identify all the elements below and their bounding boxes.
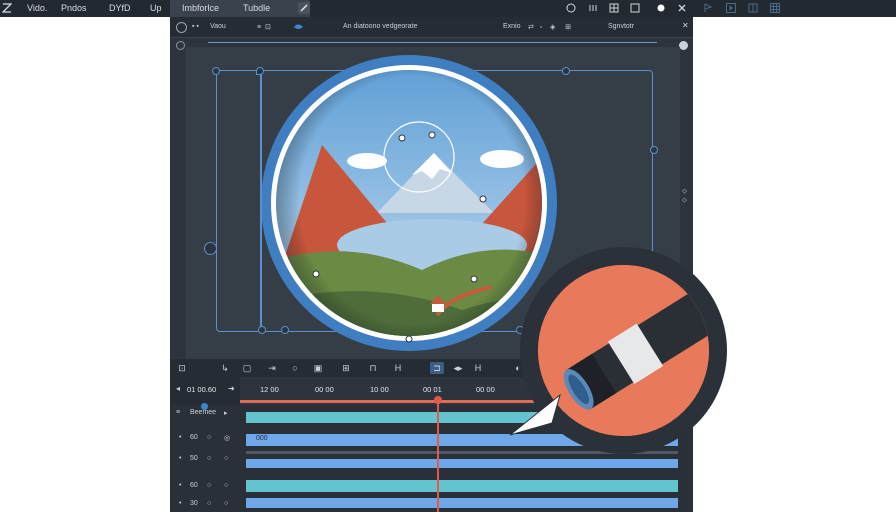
zoom-loupe (509, 247, 727, 454)
playhead-handle[interactable] (434, 396, 442, 404)
menu-item[interactable]: Vido. (27, 3, 47, 13)
toolbar-icons[interactable]: ≡ ⊡ (257, 23, 275, 31)
info-icon[interactable] (566, 3, 576, 13)
marker-icon[interactable]: ↳ (219, 362, 231, 374)
app-menu-icon[interactable] (1, 3, 13, 13)
mute-toggle[interactable]: ○ (207, 434, 211, 441)
expand-icon[interactable]: ▸ (224, 409, 228, 417)
add-icon[interactable] (679, 41, 688, 50)
loupe-content (538, 265, 709, 436)
flag-icon[interactable] (703, 3, 713, 13)
mute-toggle[interactable]: ○ (207, 500, 211, 507)
track-dot: • (179, 500, 182, 507)
rotate-icon[interactable]: ○ (289, 362, 301, 374)
menu-item[interactable]: Up (150, 3, 162, 13)
clip-icon[interactable]: ⊓ (367, 362, 379, 374)
track-icon: ≡ (176, 409, 181, 416)
brush-icon[interactable] (293, 22, 304, 31)
tick-label: 00 00 (476, 385, 495, 394)
fullscreen-icon[interactable]: ⊞ (340, 362, 352, 374)
mute-toggle[interactable]: ○ (207, 455, 211, 462)
more-icon[interactable]: ✕ (682, 21, 689, 30)
menu-item[interactable]: DYfD (109, 3, 131, 13)
loupe-icon (538, 265, 709, 436)
menu-item[interactable]: Imbforlce (182, 3, 219, 13)
grid-icon[interactable] (609, 3, 619, 13)
timeline-header-left: ◂ 01 00.60 ➜ (170, 377, 240, 405)
crop-icon[interactable]: ▢ (241, 362, 253, 374)
audio-icon[interactable]: ◂ (176, 384, 180, 393)
mute-toggle[interactable]: ○ (207, 482, 211, 489)
volume-knob[interactable] (201, 403, 208, 410)
split-icon[interactable]: H (392, 362, 404, 374)
playhead[interactable] (437, 397, 439, 512)
menu-item[interactable]: Pndos (61, 3, 87, 13)
clip-label: 000 (256, 435, 268, 442)
tick-label: 12 00 (260, 385, 279, 394)
play-icon[interactable] (726, 3, 736, 13)
keyframe-icon[interactable]: ◂▸ (452, 362, 464, 374)
menu-bar: Vido. Pndos DYfD Up Imbforlce Tubdle (0, 0, 896, 17)
toolbar-icons[interactable]: ⇄ ▫ ◈ ⊞ (528, 23, 571, 31)
image-icon[interactable]: ▣ (312, 362, 324, 374)
panel-icon[interactable] (630, 3, 640, 13)
track-clip[interactable] (246, 480, 678, 492)
rotate-handle[interactable] (204, 242, 217, 255)
link-icon[interactable]: ⊐ (430, 362, 444, 374)
side-scroll[interactable]: ⬦ ⬦ (682, 187, 687, 205)
solo-toggle[interactable]: ◎ (224, 434, 230, 442)
sliders-icon[interactable] (588, 3, 598, 13)
solo-toggle[interactable]: ○ (224, 482, 228, 489)
track-clip[interactable] (246, 498, 678, 508)
track-dot: • (179, 482, 182, 489)
preset-label[interactable]: Sgnvtotr (608, 23, 634, 30)
resize-handle[interactable] (650, 146, 658, 154)
solo-toggle[interactable]: ○ (224, 455, 228, 462)
tick-label: 00 01 (423, 385, 442, 394)
export-label[interactable]: Exnio (503, 23, 521, 30)
toolbar-label: Vaou (210, 23, 226, 30)
stop-icon[interactable]: ⊡ (176, 362, 188, 374)
loupe-pointer (509, 393, 561, 436)
jump-icon[interactable]: ➜ (228, 384, 235, 393)
track-label: Beemee (190, 409, 217, 416)
split-icon[interactable]: H (472, 362, 484, 374)
book-icon[interactable] (748, 3, 758, 13)
record-icon[interactable] (656, 3, 666, 13)
brush-icon[interactable] (298, 2, 310, 14)
tick-label: 00 00 (315, 385, 334, 394)
close-icon[interactable] (677, 3, 687, 13)
track-label: 60 (190, 434, 198, 441)
tick-label: 10 00 (370, 385, 389, 394)
track-clip[interactable] (246, 459, 678, 468)
current-time: 01 00.60 (187, 385, 217, 394)
track-label: 30 (190, 500, 198, 507)
solo-toggle[interactable]: ○ (224, 500, 228, 507)
track-dot: • (179, 455, 182, 462)
document-title: An diatoono vedgeorate (343, 23, 418, 30)
toolbar-label: ▪ ▪ (192, 23, 199, 30)
track-label: 60 (190, 482, 198, 489)
rotate-icon[interactable] (176, 41, 185, 50)
track-label: 50 (190, 455, 198, 462)
track-dot: • (179, 434, 182, 441)
resize-handle[interactable] (212, 67, 220, 75)
menu-item[interactable]: Tubdle (243, 3, 270, 13)
settings-icon[interactable] (176, 22, 187, 33)
cut-icon[interactable]: ⇥ (266, 362, 278, 374)
grid-icon[interactable] (770, 3, 780, 13)
